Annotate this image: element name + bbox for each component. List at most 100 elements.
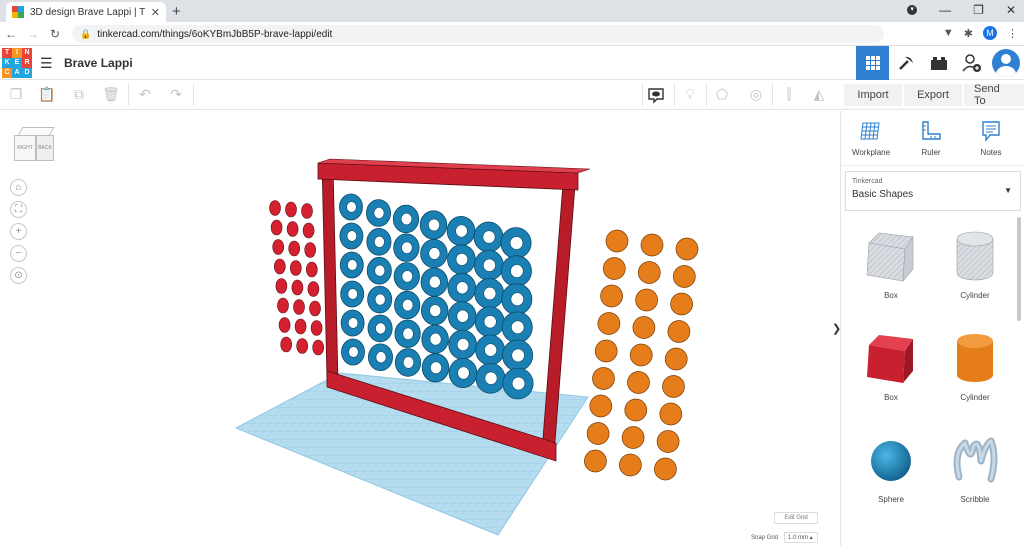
codeblocks-button[interactable]: [889, 46, 922, 80]
red-token[interactable]: [305, 261, 318, 278]
orange-token[interactable]: [637, 261, 661, 284]
red-token[interactable]: [302, 222, 315, 239]
send-to-button[interactable]: Send To: [964, 83, 1024, 107]
blue-ring-token[interactable]: [393, 233, 420, 262]
orange-token[interactable]: [627, 371, 650, 394]
blue-ring-token[interactable]: [448, 357, 478, 388]
design-list-icon[interactable]: ☰: [40, 55, 53, 72]
shape-cylinder-hole[interactable]: Cylinder: [935, 229, 1015, 319]
red-token[interactable]: [304, 242, 317, 258]
red-token[interactable]: [269, 200, 281, 216]
red-token[interactable]: [275, 278, 288, 294]
blue-ring-token[interactable]: [473, 221, 504, 253]
orange-token[interactable]: [662, 375, 685, 398]
blue-ring-token[interactable]: [473, 249, 504, 281]
orange-token[interactable]: [586, 422, 610, 445]
maximize-icon[interactable]: ❐: [973, 3, 984, 17]
blue-ring-token[interactable]: [340, 309, 365, 337]
bricks-button[interactable]: [922, 46, 955, 80]
edit-grid-button[interactable]: Edit Grid: [774, 512, 818, 524]
ungroup-icon[interactable]: ◎: [746, 86, 766, 104]
blue-ring-token[interactable]: [394, 319, 421, 349]
blue-ring-token[interactable]: [447, 301, 477, 332]
orange-token[interactable]: [619, 453, 642, 477]
blue-ring-token[interactable]: [394, 348, 422, 377]
red-token[interactable]: [272, 239, 285, 255]
orange-token[interactable]: [592, 367, 615, 390]
paste-icon[interactable]: 📋: [37, 86, 57, 104]
design-title[interactable]: Brave Lappi: [64, 56, 133, 70]
tinkercad-logo[interactable]: TINKERCAD: [2, 48, 32, 78]
blue-ring-token[interactable]: [475, 362, 506, 394]
blue-ring-token[interactable]: [474, 306, 505, 338]
red-token[interactable]: [293, 299, 305, 315]
red-token[interactable]: [286, 221, 299, 237]
orange-token[interactable]: [584, 449, 607, 473]
blue-ring-token[interactable]: [448, 329, 477, 360]
red-tokens-group[interactable]: [269, 200, 325, 356]
blue-ring-token[interactable]: [366, 228, 392, 256]
media-control-icon[interactable]: ▾: [907, 5, 918, 15]
shape-library-select[interactable]: Tinkercad Basic Shapes ▼: [845, 171, 1021, 211]
red-token[interactable]: [307, 281, 320, 297]
reload-icon[interactable]: ↻: [44, 27, 66, 41]
blue-ring-token[interactable]: [500, 255, 532, 287]
copy-icon[interactable]: ❐: [6, 86, 26, 104]
user-avatar[interactable]: [988, 46, 1024, 80]
panel-scrollbar[interactable]: [1017, 217, 1021, 321]
show-all-icon[interactable]: [646, 86, 666, 104]
blue-ring-token[interactable]: [501, 283, 533, 316]
blue-ring-token[interactable]: [421, 353, 450, 383]
blue-ring-token[interactable]: [419, 210, 448, 240]
new-tab-button[interactable]: +: [172, 3, 181, 20]
red-token[interactable]: [301, 203, 313, 219]
blue-ring-token[interactable]: [365, 199, 391, 227]
blue-ring-token[interactable]: [339, 222, 364, 250]
omnibox[interactable]: 🔒 tinkercad.com/things/6oKYBmJbB5P-brave…: [72, 25, 884, 43]
orange-token[interactable]: [600, 284, 623, 308]
profile-avatar[interactable]: M: [983, 26, 997, 40]
red-token[interactable]: [270, 219, 283, 236]
red-token[interactable]: [278, 317, 291, 333]
blue-ring-token[interactable]: [447, 272, 477, 303]
blue-ring-token[interactable]: [366, 256, 392, 285]
orange-token[interactable]: [675, 237, 699, 261]
extension-icon[interactable]: ▼: [943, 27, 954, 39]
undo-icon[interactable]: ↶: [135, 86, 155, 104]
align-icon[interactable]: ⫿: [779, 86, 799, 104]
forward-icon[interactable]: →: [22, 27, 44, 41]
blue-ring-token[interactable]: [392, 204, 420, 234]
blue-ring-token[interactable]: [420, 238, 448, 269]
orange-token[interactable]: [605, 229, 629, 253]
orange-token[interactable]: [640, 233, 664, 257]
invite-user-button[interactable]: [955, 46, 988, 80]
orange-token[interactable]: [589, 394, 613, 418]
import-button[interactable]: Import: [844, 83, 902, 106]
blue-ring-token[interactable]: [367, 314, 393, 343]
blue-ring-token[interactable]: [341, 338, 365, 366]
orange-token[interactable]: [594, 339, 618, 363]
red-token[interactable]: [296, 338, 309, 354]
orange-token[interactable]: [667, 320, 691, 343]
blue-ring-token[interactable]: [421, 296, 449, 326]
orange-token[interactable]: [629, 343, 653, 367]
orange-token[interactable]: [670, 292, 693, 316]
red-token[interactable]: [285, 201, 297, 218]
orange-tokens-group[interactable]: [584, 229, 699, 481]
workplane-tool[interactable]: Workplane: [841, 111, 901, 165]
ruler-tool[interactable]: Ruler: [901, 111, 961, 165]
blue-ring-token[interactable]: [502, 339, 534, 372]
browser-tab[interactable]: 3D design Brave Lappi | Tinkercad ✕: [6, 2, 166, 22]
orange-token[interactable]: [602, 257, 626, 280]
redo-icon[interactable]: ↷: [166, 86, 186, 104]
blue-ring-token[interactable]: [339, 251, 364, 279]
orange-token[interactable]: [621, 426, 645, 449]
orange-token[interactable]: [672, 265, 696, 288]
3d-view-grid-button[interactable]: [856, 46, 889, 80]
lightbulb-icon[interactable]: 💡︎: [680, 86, 700, 104]
tab-close-icon[interactable]: ✕: [151, 6, 160, 19]
group-icon[interactable]: ⬠: [712, 86, 732, 104]
blue-ring-token[interactable]: [394, 290, 421, 320]
red-token[interactable]: [294, 318, 307, 335]
shape-box-hole[interactable]: Box: [851, 229, 931, 319]
